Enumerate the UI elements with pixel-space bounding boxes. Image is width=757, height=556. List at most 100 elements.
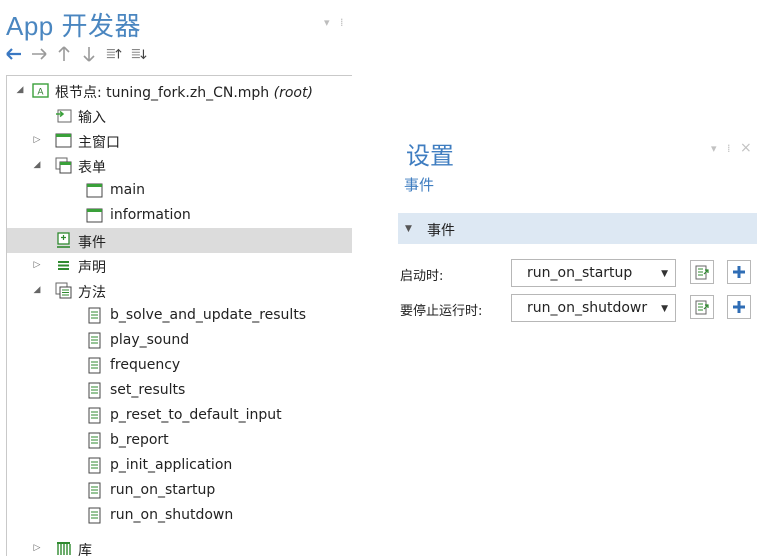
tree-item-forms[interactable]: ◢ 表单: [7, 153, 352, 178]
app-tree: ◢ A 根节点: tuning_fork.zh_CN.mph (root) 输入…: [6, 75, 352, 556]
tree-item-input[interactable]: 输入: [7, 103, 352, 128]
app-builder-title: App 开发器: [6, 11, 141, 41]
methods-icon: [55, 282, 72, 299]
collapse-triangle-icon[interactable]: ◢: [32, 285, 42, 295]
tree-label: 声明: [78, 260, 106, 276]
tree-item-method[interactable]: b_solve_and_update_results: [7, 303, 352, 328]
declarations-icon: [55, 257, 72, 274]
tree-toolbar: [6, 46, 147, 62]
field-row-shutdown: 要停止运行时: run_on_shutdowr ▼: [398, 294, 757, 324]
form-icon: [86, 182, 103, 199]
application-icon: A: [32, 82, 49, 99]
collapse-triangle-icon[interactable]: ◢: [15, 85, 25, 95]
tree-label: p_init_application: [110, 457, 233, 473]
sort-descending-icon[interactable]: [131, 46, 147, 62]
method-icon: [86, 482, 103, 499]
tree-label: p_reset_to_default_input: [110, 407, 282, 423]
libraries-icon: [55, 540, 72, 556]
close-icon[interactable]: ×: [740, 140, 752, 156]
tree-item-events[interactable]: 事件: [7, 228, 352, 253]
tree-label: run_on_shutdown: [110, 507, 234, 523]
tree-item-main-window[interactable]: ▷ 主窗口: [7, 128, 352, 153]
window-icon: [55, 132, 72, 149]
tree-label: 表单: [78, 160, 106, 176]
settings-title: 设置: [406, 142, 454, 170]
tree-label: 方法: [78, 285, 106, 301]
expand-triangle-icon[interactable]: ▷: [32, 543, 42, 553]
arrow-left-icon[interactable]: [6, 46, 22, 62]
collapse-arrow-icon[interactable]: ▼: [405, 224, 412, 234]
method-icon: [86, 332, 103, 349]
tree-item-method[interactable]: p_reset_to_default_input: [7, 403, 352, 428]
panel-menu-icon[interactable]: ▾: [711, 142, 717, 155]
root-label: 根节点: tuning_fork.zh_CN.mph: [55, 85, 270, 101]
section-header[interactable]: ▼ 事件: [398, 213, 757, 244]
arrow-down-icon[interactable]: [81, 46, 97, 62]
method-icon: [86, 407, 103, 424]
shutdown-method-select[interactable]: run_on_shutdowr ▼: [511, 294, 676, 322]
pin-icon[interactable]: ⁞: [340, 16, 344, 29]
method-icon: [86, 357, 103, 374]
tree-label: frequency: [110, 357, 181, 373]
panel-menu-icon[interactable]: ▾: [324, 16, 330, 29]
field-row-startup: 启动时: run_on_startup ▼: [398, 259, 757, 289]
tree-label: 输入: [78, 110, 106, 126]
forms-icon: [55, 157, 72, 174]
tree-item-form-main[interactable]: main: [7, 178, 352, 203]
tree-label: main: [110, 182, 145, 198]
tree-label: information: [110, 207, 191, 223]
method-icon: [86, 507, 103, 524]
tree-item-method[interactable]: run_on_startup: [7, 478, 352, 503]
tree-label: b_report: [110, 432, 169, 448]
svg-text:A: A: [37, 88, 44, 98]
method-icon: [86, 307, 103, 324]
tree-item-method[interactable]: run_on_shutdown: [7, 503, 352, 528]
form-icon: [86, 207, 103, 224]
settings-panel: 设置 ▾ ⁞ × 事件 ▼ 事件 启动时: run_on_startup ▼ 要…: [398, 130, 757, 340]
tree-label: set_results: [110, 382, 186, 398]
root-suffix: (root): [273, 85, 313, 101]
tree-item-method[interactable]: set_results: [7, 378, 352, 403]
tree-item-declarations[interactable]: ▷ 声明: [7, 253, 352, 278]
app-builder-panel: App 开发器 ▾ ⁞ ◢ A 根节点: tuning_fork.zh_CN.m…: [0, 0, 352, 556]
tree-item-method[interactable]: frequency: [7, 353, 352, 378]
tree-label: play_sound: [110, 332, 190, 348]
tree-root[interactable]: ◢ A 根节点: tuning_fork.zh_CN.mph (root): [7, 78, 352, 103]
settings-subtitle: 事件: [404, 176, 435, 194]
dropdown-arrow-icon: ▼: [661, 269, 668, 279]
go-to-source-button[interactable]: [690, 260, 714, 284]
startup-method-select[interactable]: run_on_startup ▼: [511, 259, 676, 287]
go-to-source-icon: [695, 265, 709, 279]
go-to-source-icon: [695, 300, 709, 314]
startup-label: 启动时:: [400, 269, 444, 284]
tree-item-method[interactable]: p_init_application: [7, 453, 352, 478]
tree-item-method[interactable]: play_sound: [7, 328, 352, 353]
tree-label: 库: [78, 543, 92, 556]
add-method-button[interactable]: [727, 260, 751, 284]
tree-label: 主窗口: [78, 135, 120, 151]
tree-item-method[interactable]: b_report: [7, 428, 352, 453]
tree-label: 事件: [78, 235, 106, 251]
select-value: run_on_shutdowr: [527, 300, 648, 316]
plus-icon: [733, 301, 745, 313]
sort-ascending-icon[interactable]: [106, 46, 122, 62]
arrow-up-icon[interactable]: [56, 46, 72, 62]
tree-item-methods[interactable]: ◢ 方法: [7, 278, 352, 303]
tree-label: b_solve_and_update_results: [110, 307, 307, 323]
expand-triangle-icon[interactable]: ▷: [32, 260, 42, 270]
arrow-right-icon[interactable]: [31, 46, 47, 62]
input-icon: [55, 107, 72, 124]
pin-icon[interactable]: ⁞: [727, 142, 731, 155]
plus-icon: [733, 266, 745, 278]
add-method-button[interactable]: [727, 295, 751, 319]
collapse-triangle-icon[interactable]: ◢: [32, 160, 42, 170]
shutdown-label: 要停止运行时:: [400, 304, 483, 319]
expand-triangle-icon[interactable]: ▷: [32, 135, 42, 145]
method-icon: [86, 432, 103, 449]
go-to-source-button[interactable]: [690, 295, 714, 319]
tree-item-form-information[interactable]: information: [7, 203, 352, 228]
section-label: 事件: [427, 223, 455, 239]
events-icon: [55, 232, 72, 249]
method-icon: [86, 382, 103, 399]
tree-item-libraries[interactable]: ▷ 库: [7, 536, 352, 556]
